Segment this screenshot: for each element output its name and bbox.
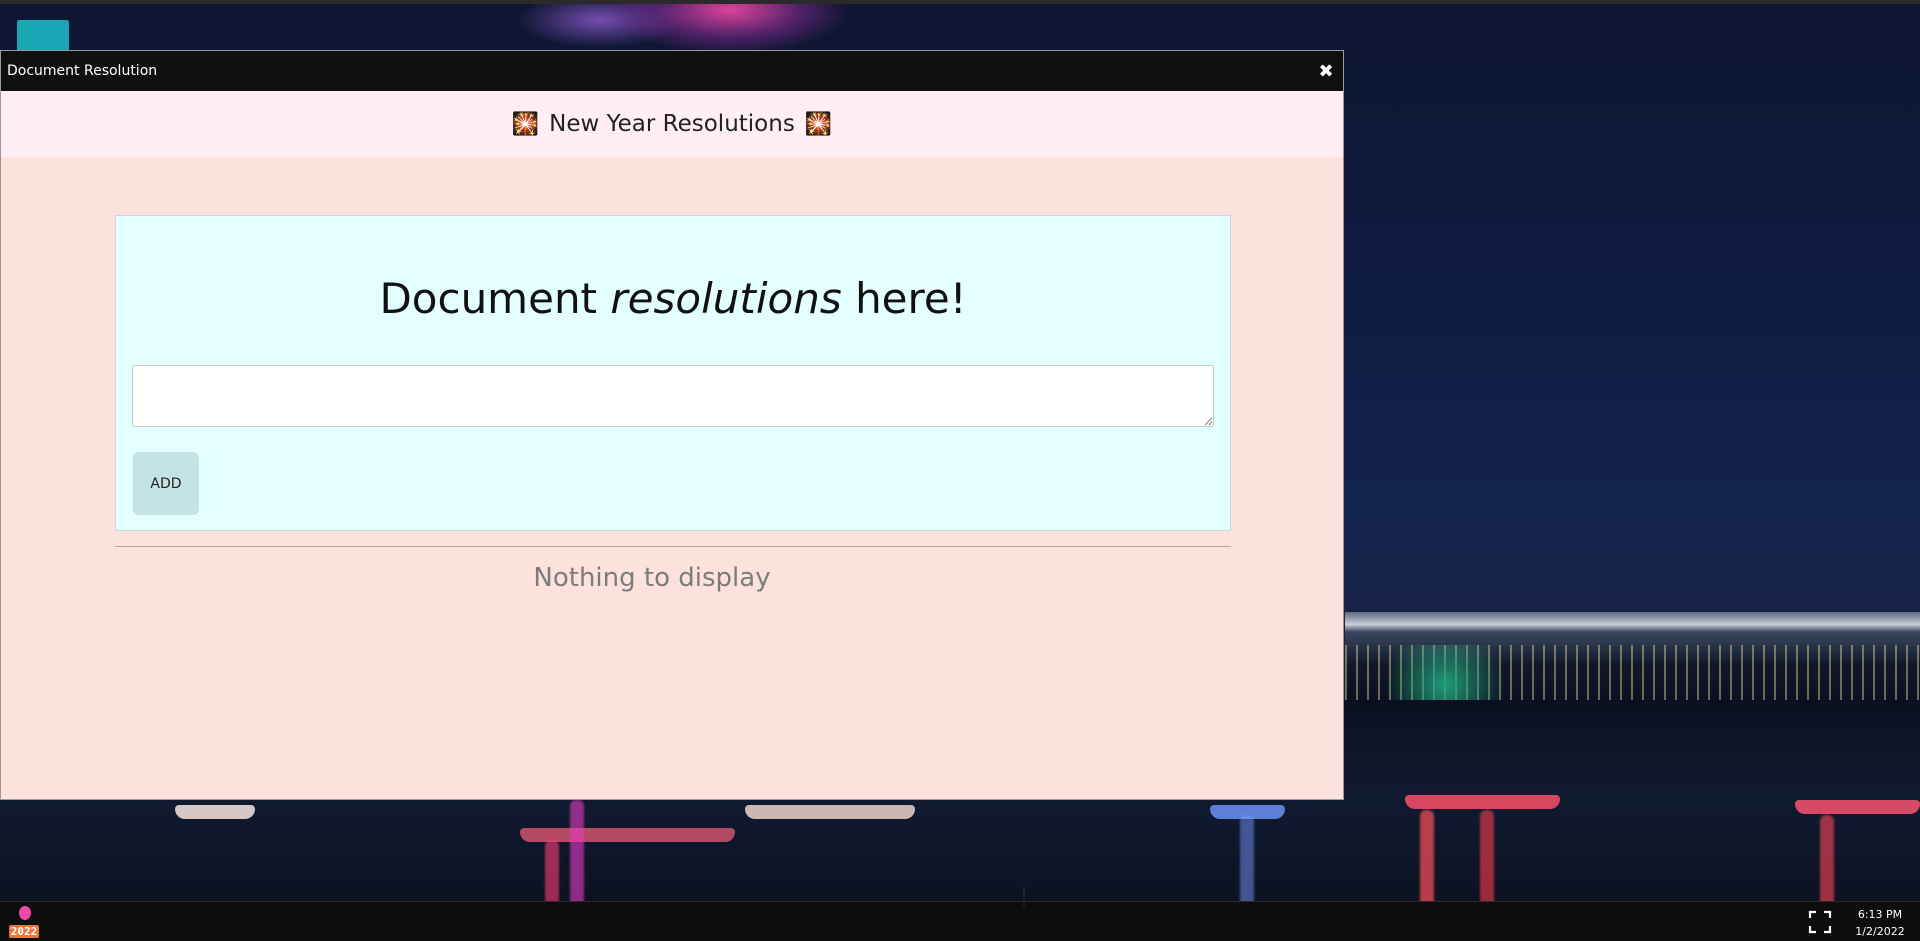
form-heading: Document resolutions here! [116, 274, 1230, 323]
window-titlebar[interactable]: Document Resolution ✖ [1, 51, 1343, 91]
app-header-title: New Year Resolutions [549, 111, 795, 137]
clock-time: 6:13 PM [1857, 908, 1903, 921]
wallpaper-city-lights [1345, 645, 1920, 705]
window-title: Document Resolution [7, 63, 158, 79]
firework-icon: 🎇 [804, 111, 833, 137]
firework-icon: 🎇 [511, 111, 540, 137]
wallpaper-boat [1405, 795, 1560, 809]
wallpaper-boat [745, 805, 915, 819]
add-button[interactable]: ADD [133, 452, 199, 515]
wallpaper-reflection [1240, 815, 1254, 915]
resolution-form-card: Document resolutions here! ADD [115, 215, 1231, 531]
balloon-icon [19, 906, 31, 920]
app-header: 🎇 New Year Resolutions 🎇 [1, 91, 1343, 157]
taskbar-divider [1023, 886, 1025, 906]
app-window: Document Resolution ✖ 🎇 New Year Resolut… [0, 50, 1344, 800]
form-heading-emphasis: resolutions [610, 274, 842, 323]
start-menu-icon[interactable]: 2022 [7, 906, 41, 938]
wallpaper-boat [175, 805, 255, 819]
fullscreen-icon[interactable] [1808, 910, 1832, 934]
resolution-input[interactable] [132, 365, 1214, 427]
taskbar: 2022 6:13 PM 1/2/2022 [0, 886, 1920, 941]
close-icon[interactable]: ✖ [1315, 60, 1337, 82]
top-edge-bar [0, 0, 1920, 4]
clock-date: 1/2/2022 [1855, 925, 1905, 938]
start-badge: 2022 [8, 925, 40, 938]
empty-state-message: Nothing to display [533, 563, 771, 593]
system-clock[interactable]: 6:13 PM 1/2/2022 [1845, 906, 1915, 940]
list-divider [115, 546, 1231, 547]
desktop-launcher-tile[interactable] [17, 20, 69, 52]
wallpaper-boat [1795, 800, 1920, 814]
form-heading-start: Document [379, 274, 598, 323]
form-heading-end: here! [855, 274, 967, 323]
